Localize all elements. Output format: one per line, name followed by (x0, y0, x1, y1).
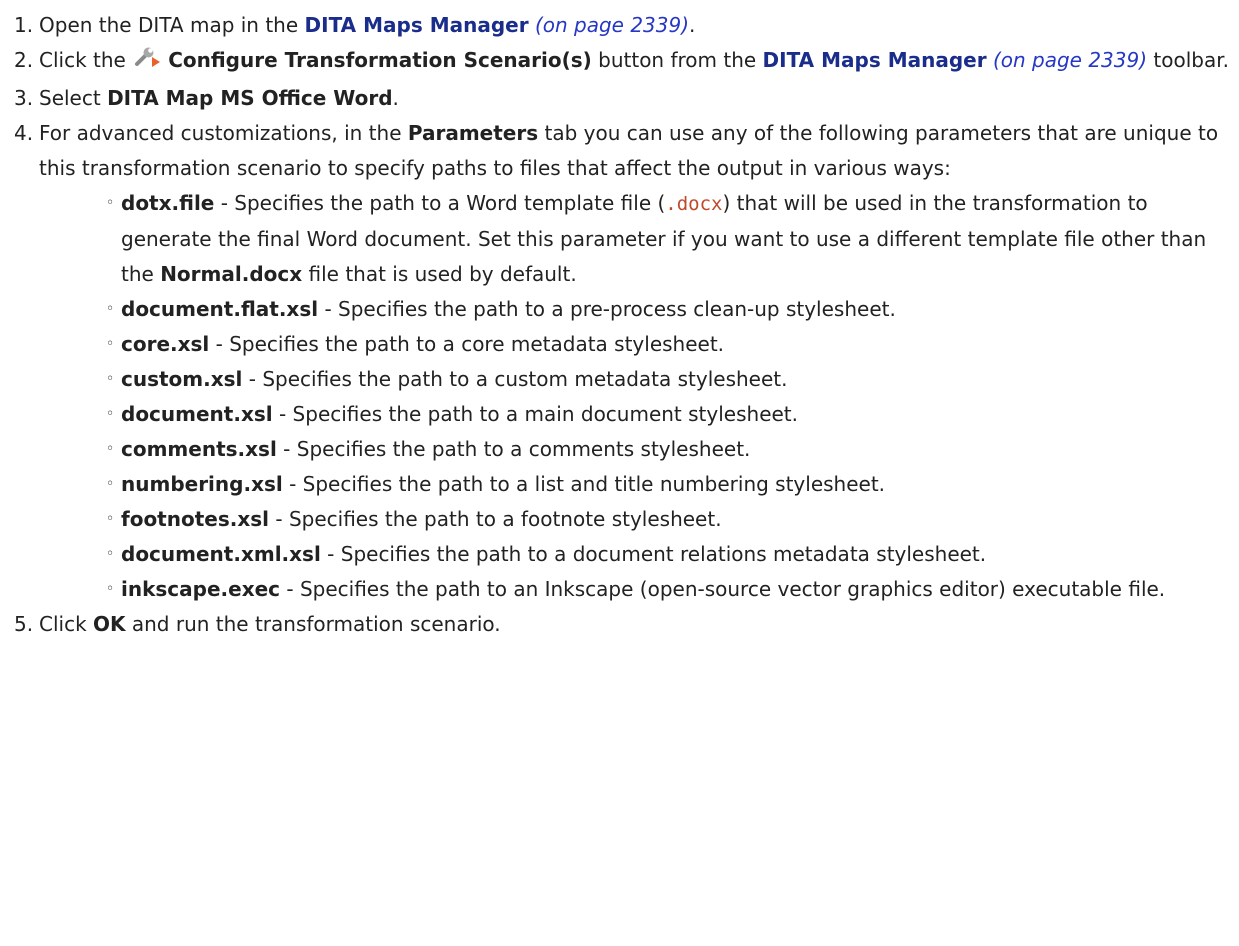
list-item: ◦ footnotes.xsl - Specifies the path to … (39, 502, 1232, 537)
list-item: ◦ comments.xsl - Specifies the path to a… (39, 432, 1232, 467)
dita-maps-manager-link[interactable]: DITA Maps Manager (305, 13, 529, 37)
parameter-name: document.xml.xsl (121, 542, 321, 566)
bullet-marker: ◦ (106, 546, 115, 562)
ok-button-label: OK (93, 612, 126, 636)
parameter-description: - Specifies the path to a core metadata … (209, 332, 725, 356)
parameter-description: - Specifies the path to a document relat… (320, 542, 987, 566)
bullet-marker: ◦ (106, 371, 115, 387)
step-2: 2. Click the Configure Transformation Sc… (14, 43, 1232, 81)
wrench-with-run-arrow-icon (134, 46, 164, 81)
list-item: ◦ document.xsl - Specifies the path to a… (39, 397, 1232, 432)
list-item: ◦ numbering.xsl - Specifies the path to … (39, 467, 1232, 502)
parameter-name: comments.xsl (121, 437, 277, 461)
step-number: 2. (14, 48, 34, 72)
parameter-name: document.xsl (121, 402, 273, 426)
bullet-marker: ◦ (106, 336, 115, 352)
bullet-marker: ◦ (106, 581, 115, 597)
parameter-description: - Specifies the path to a comments style… (276, 437, 751, 461)
step-text: Select (39, 86, 108, 110)
parameter-name: inkscape.exec (121, 577, 281, 601)
step-text: . (392, 86, 399, 110)
step-text: toolbar. (1147, 48, 1229, 72)
parameter-name: custom.xsl (121, 367, 243, 391)
bullet-marker: ◦ (106, 406, 115, 422)
list-item: ◦ document.flat.xsl - Specifies the path… (39, 292, 1232, 327)
list-item: ◦ inkscape.exec - Specifies the path to … (39, 572, 1232, 607)
document-page: 1. Open the DITA map in the DITA Maps Ma… (0, 0, 1239, 946)
step-number: 1. (14, 13, 34, 37)
default-template-name: Normal.docx (160, 262, 303, 286)
list-item: ◦ core.xsl - Specifies the path to a cor… (39, 327, 1232, 362)
parameter-name: dotx.file (121, 191, 215, 215)
step-text: For advanced customizations, in the (39, 121, 408, 145)
dita-maps-manager-link[interactable]: DITA Maps Manager (763, 48, 987, 72)
step-4: 4. For advanced customizations, in the P… (14, 116, 1232, 607)
bullet-marker: ◦ (106, 511, 115, 527)
parameter-description: - Specifies the path to a custom metadat… (242, 367, 788, 391)
step-text: and run the transformation scenario. (125, 612, 501, 636)
parameter-description: - Specifies the path to a pre-process cl… (318, 297, 896, 321)
parameter-name: numbering.xsl (121, 472, 283, 496)
parameter-name: document.flat.xsl (121, 297, 319, 321)
page-reference-link[interactable]: (on page 2339) (535, 13, 689, 37)
step-text: Click the (39, 48, 133, 72)
step-text: button from the (591, 48, 763, 72)
bullet-marker: ◦ (106, 441, 115, 457)
parameter-description: file that is used by default. (302, 262, 577, 286)
step-number: 5. (14, 612, 34, 636)
bullet-marker: ◦ (106, 476, 115, 492)
parameter-description: - Specifies the path to an Inkscape (ope… (280, 577, 1166, 601)
parameters-tab-label: Parameters (407, 121, 539, 145)
parameter-description: - Specifies the path to a footnote style… (269, 507, 722, 531)
scenario-name: DITA Map MS Office Word (107, 86, 393, 110)
parameter-description: - Specifies the path to a list and title… (282, 472, 886, 496)
parameter-name: footnotes.xsl (121, 507, 270, 531)
parameter-name: core.xsl (121, 332, 210, 356)
step-1: 1. Open the DITA map in the DITA Maps Ma… (14, 8, 1232, 43)
list-item: ◦ dotx.file - Specifies the path to a Wo… (39, 186, 1232, 292)
parameter-list: ◦ dotx.file - Specifies the path to a Wo… (39, 186, 1232, 607)
list-item: ◦ custom.xsl - Specifies the path to a c… (39, 362, 1232, 397)
step-text: . (689, 13, 696, 37)
bullet-marker: ◦ (106, 301, 115, 317)
procedure-steps: 1. Open the DITA map in the DITA Maps Ma… (14, 8, 1232, 642)
step-5: 5. Click OK and run the transformation s… (14, 607, 1232, 642)
parameter-description: - Specifies the path to a Word template … (214, 191, 666, 215)
page-reference-link[interactable]: (on page 2339) (993, 48, 1147, 72)
file-extension-code: .docx (665, 193, 723, 215)
step-number: 4. (14, 121, 34, 145)
step-text: Open the DITA map in the (39, 13, 305, 37)
configure-transformation-button-label: Configure Transformation Scenario(s) (168, 48, 592, 72)
step-text: Click (39, 612, 94, 636)
bullet-marker: ◦ (106, 195, 115, 211)
list-item: ◦ document.xml.xsl - Specifies the path … (39, 537, 1232, 572)
step-3: 3. Select DITA Map MS Office Word. (14, 81, 1232, 116)
step-number: 3. (14, 86, 34, 110)
parameter-description: - Specifies the path to a main document … (272, 402, 798, 426)
